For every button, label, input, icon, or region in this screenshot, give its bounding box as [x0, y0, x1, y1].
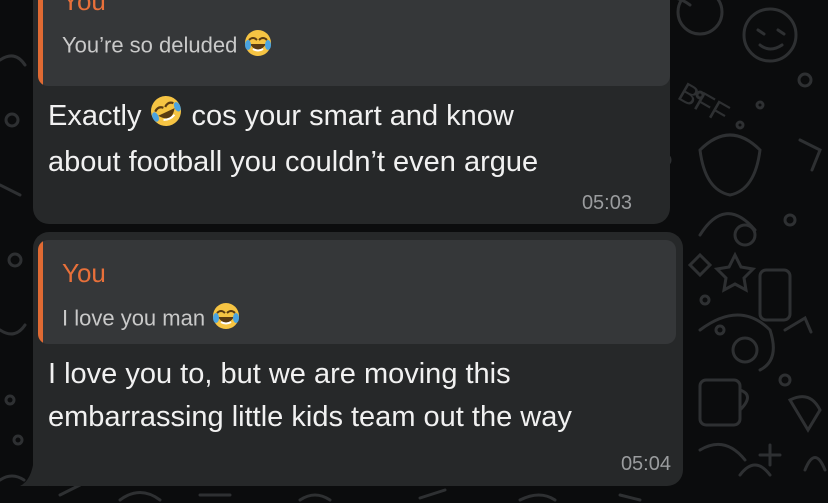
reply-text-line: I love you man	[62, 301, 241, 338]
reply-sender: You	[62, 258, 106, 288]
reply-text: I love you man	[62, 305, 206, 331]
reply-accent-bar	[38, 240, 43, 344]
message-text: I love you to, but we are moving this em…	[48, 353, 572, 439]
message-bubble[interactable]: You You’re so deluded Exactly cos your s…	[33, 0, 670, 224]
message-line: embarrassing little kids team out the wa…	[48, 401, 572, 433]
svg-text:BFF: BFF	[673, 76, 734, 129]
message-text-part: cos your smart and know	[191, 100, 514, 133]
message-line: Exactly cos your smart and know	[48, 94, 538, 141]
message-line: about football you couldn’t even argue	[48, 146, 539, 178]
reply-text: You’re so deluded	[62, 32, 238, 58]
message-time: 05:03	[581, 192, 632, 214]
reply-quote[interactable]: You You’re so deluded	[38, 0, 670, 86]
message-line: I love you to, but we are moving this	[48, 358, 511, 390]
message-text-part: Exactly	[48, 100, 142, 133]
rolling-laughing-icon	[149, 94, 183, 141]
message-bubble[interactable]: You I love you man I love you to, but we…	[33, 232, 683, 486]
message-time: 05:04	[620, 453, 671, 475]
laughing-tears-icon	[243, 28, 273, 65]
reply-text-line: You’re so deluded	[62, 28, 273, 65]
reply-quote[interactable]: You I love you man	[38, 240, 676, 344]
bubble-tail	[20, 458, 48, 486]
laughing-tears-icon	[211, 301, 241, 338]
reply-sender: You	[62, 0, 106, 16]
reply-accent-bar	[38, 0, 43, 86]
message-text: Exactly cos your smart and know about fo…	[48, 94, 538, 184]
